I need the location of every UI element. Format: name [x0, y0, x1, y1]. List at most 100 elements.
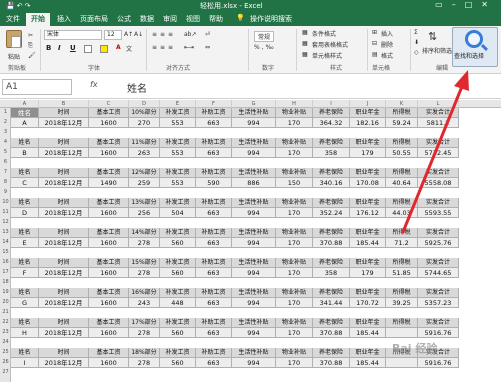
record-cell[interactable]: 560 — [160, 328, 196, 338]
record-cell[interactable]: 553 — [160, 178, 196, 188]
header-cell[interactable]: 补助工资 — [196, 228, 232, 238]
record-cell[interactable]: 40.64 — [386, 178, 418, 188]
paste-button-label[interactable]: 粘贴 — [8, 52, 20, 61]
header-cell[interactable]: 生活性补贴 — [232, 168, 276, 178]
header-cell[interactable]: 养老保险 — [313, 168, 350, 178]
header-cell[interactable]: 补助工资 — [196, 348, 232, 358]
record-cell[interactable]: 50.55 — [386, 148, 418, 158]
conditional-format-button[interactable]: 条件格式 — [312, 29, 336, 38]
record-cell[interactable]: 256 — [129, 208, 160, 218]
record-cell[interactable]: 5916.76 — [418, 328, 459, 338]
record-cell[interactable]: 5558.08 — [418, 178, 459, 188]
tab-file[interactable]: 文件 — [6, 14, 20, 24]
record-cell[interactable]: 590 — [196, 178, 232, 188]
tab-formulas[interactable]: 公式 — [117, 14, 131, 24]
header-cell[interactable]: 所得税 — [386, 288, 418, 298]
row-header-13[interactable]: 13 — [0, 228, 11, 237]
row-header-25[interactable]: 25 — [0, 348, 11, 357]
header-cell[interactable]: 物业补贴 — [276, 198, 313, 208]
record-cell[interactable]: 663 — [196, 268, 232, 278]
record-cell[interactable]: 2018年12月 — [39, 268, 89, 278]
record-cell[interactable]: 370.88 — [313, 238, 350, 248]
record-cell[interactable]: 170 — [276, 328, 313, 338]
record-cell[interactable]: 994 — [232, 268, 276, 278]
record-cell[interactable]: 663 — [196, 148, 232, 158]
header-cell[interactable]: 基本工资 — [89, 288, 129, 298]
record-cell[interactable]: 2018年12月 — [39, 328, 89, 338]
cell-styles-button[interactable]: 单元格样式 — [312, 51, 342, 60]
header-cell[interactable]: 基本工资 — [89, 348, 129, 358]
record-cell[interactable]: 182.16 — [350, 118, 386, 128]
column-header-l[interactable]: L — [418, 100, 459, 108]
record-cell[interactable]: 358 — [313, 268, 350, 278]
bold-button[interactable]: B — [46, 44, 51, 52]
header-cell[interactable]: 生活性补贴 — [232, 228, 276, 238]
header-cell[interactable]: 所得税 — [386, 168, 418, 178]
row-header-26[interactable]: 26 — [0, 358, 11, 367]
header-cell[interactable]: 所得税 — [386, 138, 418, 148]
header-cell[interactable]: 职业年金 — [350, 348, 386, 358]
header-cell[interactable]: 姓名 — [11, 138, 39, 148]
record-cell[interactable]: 886 — [232, 178, 276, 188]
header-cell[interactable]: 所得税 — [386, 258, 418, 268]
header-cell[interactable]: 养老保险 — [313, 318, 350, 328]
header-cell[interactable]: 养老保险 — [313, 138, 350, 148]
header-cell[interactable]: 补助工资 — [196, 198, 232, 208]
row-header-19[interactable]: 19 — [0, 288, 11, 297]
header-cell[interactable]: 基本工资 — [89, 138, 129, 148]
record-cell[interactable]: 994 — [232, 298, 276, 308]
header-cell[interactable]: 基本工资 — [89, 258, 129, 268]
record-cell[interactable]: 1600 — [89, 358, 129, 368]
record-cell[interactable]: 51.85 — [386, 268, 418, 278]
row-header-23[interactable]: 23 — [0, 328, 11, 337]
record-cell[interactable]: 560 — [160, 358, 196, 368]
format-cells-button[interactable]: 格式 — [381, 51, 393, 60]
header-cell[interactable]: 实发合计 — [418, 138, 459, 148]
row-header-18[interactable]: 18 — [0, 278, 11, 287]
record-cell[interactable]: B — [11, 148, 39, 158]
header-cell[interactable]: 物业补贴 — [276, 288, 313, 298]
header-cell[interactable]: 补发工资 — [160, 198, 196, 208]
record-cell[interactable]: 71.2 — [386, 238, 418, 248]
row-header-14[interactable]: 14 — [0, 238, 11, 247]
record-cell[interactable]: 560 — [160, 268, 196, 278]
fill-color-icon[interactable] — [100, 45, 108, 53]
record-cell[interactable]: 1600 — [89, 268, 129, 278]
record-cell[interactable]: 170 — [276, 238, 313, 248]
header-cell[interactable]: 18%部分 — [129, 348, 160, 358]
header-cell[interactable]: 实发合计 — [418, 198, 459, 208]
tell-me-search[interactable]: 操作说明搜索 — [250, 14, 292, 24]
record-cell[interactable]: 370.88 — [313, 328, 350, 338]
record-cell[interactable]: 170 — [276, 268, 313, 278]
header-cell[interactable]: 补发工资 — [160, 168, 196, 178]
header-cell[interactable]: 时间 — [39, 198, 89, 208]
record-cell[interactable]: 1600 — [89, 208, 129, 218]
italic-button[interactable]: I — [58, 44, 61, 52]
record-cell[interactable]: 2018年12月 — [39, 358, 89, 368]
header-cell[interactable]: 生活性补贴 — [232, 108, 276, 118]
header-cell[interactable]: 生活性补贴 — [232, 198, 276, 208]
record-cell[interactable]: 278 — [129, 268, 160, 278]
header-cell[interactable]: 时间 — [39, 138, 89, 148]
header-cell[interactable]: 11%部分 — [129, 138, 160, 148]
record-cell[interactable]: H — [11, 328, 39, 338]
record-cell[interactable]: 263 — [129, 148, 160, 158]
align-top-icons[interactable]: ≡≡≡ — [152, 31, 176, 38]
record-cell[interactable]: 663 — [196, 298, 232, 308]
header-cell[interactable]: 职业年金 — [350, 138, 386, 148]
record-cell[interactable]: 370.88 — [313, 358, 350, 368]
tab-view[interactable]: 视图 — [186, 14, 200, 24]
column-header-j[interactable]: J — [350, 100, 386, 108]
header-cell[interactable]: 时间 — [39, 288, 89, 298]
record-cell[interactable]: 663 — [196, 358, 232, 368]
row-header-8[interactable]: 8 — [0, 178, 11, 187]
row-header-1[interactable]: 1 — [0, 108, 11, 117]
row-header-21[interactable]: 21 — [0, 308, 11, 317]
record-cell[interactable]: 5357.23 — [418, 298, 459, 308]
header-cell[interactable]: 养老保险 — [313, 288, 350, 298]
header-cell[interactable]: 补发工资 — [160, 228, 196, 238]
header-cell[interactable]: 13%部分 — [129, 198, 160, 208]
font-name-select[interactable]: 宋体 — [44, 30, 102, 40]
header-cell[interactable]: 时间 — [39, 258, 89, 268]
format-painter-icon[interactable]: 🖌 — [28, 52, 36, 59]
